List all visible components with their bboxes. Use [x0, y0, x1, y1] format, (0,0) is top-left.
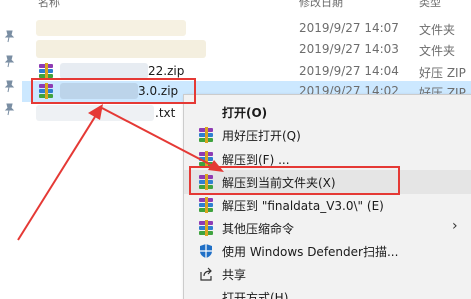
- chevron-right-icon: ›: [452, 218, 458, 234]
- blurred-name: [60, 63, 148, 79]
- blurred-name: [36, 20, 186, 36]
- file-date: 2019/9/27 14:03: [299, 42, 399, 56]
- arrow-to-file: [17, 104, 103, 241]
- rar-icon: [38, 63, 54, 79]
- menu-item-label: 用好压打开(Q): [222, 129, 301, 143]
- menu-item-open-with[interactable]: 打开方式(H): [184, 285, 471, 299]
- highlight-box-menu-item: [189, 166, 400, 195]
- nav-pane: [0, 0, 22, 299]
- menu-item-label: 解压到 "finaldata_V3.0\" (E): [222, 199, 384, 213]
- highlight-box-file: [31, 78, 196, 104]
- file-type: 文件夹: [419, 23, 456, 37]
- file-row[interactable]: 2019/9/27 14:03 文件夹: [22, 39, 471, 59]
- file-date: 2019/9/27 14:04: [299, 64, 399, 78]
- file-type: 文件夹: [419, 44, 456, 58]
- file-name: .txt: [155, 106, 176, 120]
- column-header-type[interactable]: 类型: [419, 0, 459, 12]
- column-header-date[interactable]: 修改日期: [299, 0, 359, 12]
- blurred-name: [36, 105, 154, 121]
- menu-item-label: 打开方式(H): [222, 291, 289, 299]
- share-icon: [200, 267, 212, 281]
- menu-item-defender-scan[interactable]: 使用 Windows Defender扫描...: [184, 239, 471, 263]
- menu-item-label: 其他压缩命令: [222, 222, 295, 236]
- menu-item-share[interactable]: 共享: [184, 262, 471, 286]
- file-type: 好压 ZIP: [419, 66, 466, 80]
- pin-icon[interactable]: [3, 80, 16, 93]
- rar-icon: [198, 127, 214, 143]
- rar-icon: [198, 197, 214, 213]
- pin-icon[interactable]: [3, 30, 16, 43]
- menu-item-label: 使用 Windows Defender扫描...: [222, 245, 399, 259]
- context-menu: 打开(O) 用好压打开(Q) 解压到(F) ... 解压到当前文件夹(X) 解压…: [183, 94, 471, 299]
- menu-item-open-with-haozip[interactable]: 用好压打开(Q): [184, 123, 471, 147]
- blurred-name: [36, 40, 206, 58]
- menu-item-label: 打开(O): [222, 106, 268, 120]
- menu-item-extract-to-folder[interactable]: 解压到 "finaldata_V3.0\" (E): [184, 193, 471, 217]
- rar-icon: [198, 151, 214, 167]
- column-header-name[interactable]: 名称: [38, 0, 78, 12]
- menu-item-other-compress[interactable]: 其他压缩命令 ›: [184, 216, 471, 240]
- shield-icon: [200, 244, 212, 258]
- screenshot-stage: 名称 修改日期 类型 2019/9/27 14:07 文件夹 2019/9/27…: [0, 0, 471, 299]
- file-date: 2019/9/27 14:07: [299, 21, 399, 35]
- pin-icon[interactable]: [3, 103, 16, 116]
- menu-item-label: 共享: [222, 268, 247, 282]
- file-name: 22.zip: [148, 64, 185, 78]
- rar-icon: [198, 220, 214, 236]
- pin-icon[interactable]: [3, 55, 16, 68]
- file-row[interactable]: 2019/9/27 14:07 文件夹: [22, 18, 471, 38]
- menu-item-open[interactable]: 打开(O): [184, 100, 471, 124]
